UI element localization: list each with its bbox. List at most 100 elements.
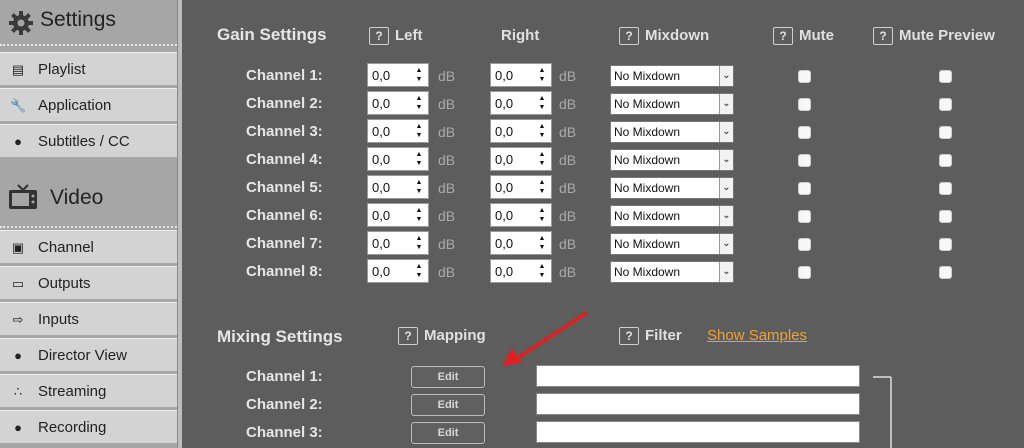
mute-checkbox[interactable] [798,210,811,223]
sidebar-item-streaming[interactable]: ∴ Streaming [0,374,177,408]
chevron-down-icon[interactable]: ⌄ [719,178,733,198]
mute-checkbox[interactable] [798,182,811,195]
right-unit-label: dB [559,152,577,168]
edit-mapping-button[interactable]: Edit [411,366,485,388]
mixdown-select[interactable]: No Mixdown ⌄ [610,205,734,227]
edit-mapping-button[interactable]: Edit [411,422,485,444]
mute-preview-checkbox[interactable] [939,154,952,167]
chevron-down-icon[interactable]: ⌄ [719,206,733,226]
sidebar-item-label: Recording [38,419,107,436]
mixdown-value: No Mixdown [614,97,681,111]
left-unit-label: dB [438,236,456,252]
mixdown-select[interactable]: No Mixdown ⌄ [610,233,734,255]
sidebar-item-inputs[interactable]: ⇨ Inputs [0,302,177,336]
chevron-down-icon[interactable]: ⌄ [719,262,733,282]
spinner-arrows-icon[interactable]: ▲ ▼ [538,122,546,140]
mute-checkbox[interactable] [798,70,811,83]
mute-preview-checkbox[interactable] [939,70,952,83]
right-gain-spinner[interactable]: 0,0 ▲ ▼ [490,203,552,227]
mixdown-select[interactable]: No Mixdown ⌄ [610,93,734,115]
spinner-arrows-icon[interactable]: ▲ ▼ [415,262,423,280]
channel-label: Channel 3: [246,123,323,140]
mute-preview-checkbox[interactable] [939,182,952,195]
spinner-arrows-icon[interactable]: ▲ ▼ [415,178,423,196]
chevron-down-icon[interactable]: ⌄ [719,66,733,86]
sidebar-item-playlist[interactable]: ▤ Playlist [0,52,177,86]
help-button[interactable]: ? [619,27,639,46]
mute-checkbox[interactable] [798,126,811,139]
sidebar-item-channel[interactable]: ▣ Channel [0,230,177,264]
spinner-arrows-icon[interactable]: ▲ ▼ [415,234,423,252]
chevron-down-icon[interactable]: ⌄ [719,94,733,114]
mute-preview-checkbox[interactable] [939,210,952,223]
channel-label: Channel 6: [246,207,323,224]
mixdown-select[interactable]: No Mixdown ⌄ [610,177,734,199]
col-left-label: Left [395,27,423,44]
spinner-arrows-icon[interactable]: ▲ ▼ [538,262,546,280]
mute-checkbox[interactable] [798,266,811,279]
right-gain-spinner[interactable]: 0,0 ▲ ▼ [490,231,552,255]
filter-input[interactable] [536,421,860,443]
mixdown-select[interactable]: No Mixdown ⌄ [610,261,734,283]
annotation-arrow-icon [502,311,588,366]
col-head-right: Right [501,27,539,44]
sidebar-item-outputs[interactable]: ▭ Outputs [0,266,177,300]
sidebar-item-label: Director View [38,347,127,364]
chevron-down-icon[interactable]: ⌄ [719,150,733,170]
mute-checkbox[interactable] [798,238,811,251]
left-gain-spinner[interactable]: 0,0 ▲ ▼ [367,259,429,283]
right-gain-spinner[interactable]: 0,0 ▲ ▼ [490,63,552,87]
spinner-arrows-icon[interactable]: ▲ ▼ [538,206,546,224]
spinner-arrows-icon[interactable]: ▲ ▼ [415,94,423,112]
left-gain-spinner[interactable]: 0,0 ▲ ▼ [367,119,429,143]
help-button[interactable]: ? [773,27,793,46]
right-unit-label: dB [559,68,577,84]
gain-row: Channel 2: 0,0 ▲ ▼ dB 0,0 ▲ ▼ dB No Mixdown ⌄ [183,90,1024,118]
right-gain-spinner[interactable]: 0,0 ▲ ▼ [490,175,552,199]
sidebar-item-label: Application [38,97,112,114]
sidebar-item-director-view[interactable]: ● Director View [0,338,177,372]
record-dot-icon: ● [14,420,22,435]
mute-preview-checkbox[interactable] [939,266,952,279]
sidebar-item-subtitles[interactable]: ● Subtitles / CC [0,124,177,158]
mute-preview-checkbox[interactable] [939,98,952,111]
channel-label: Channel 5: [246,179,323,196]
chevron-down-icon[interactable]: ⌄ [719,122,733,142]
edit-mapping-button[interactable]: Edit [411,394,485,416]
spinner-arrows-icon[interactable]: ▲ ▼ [538,94,546,112]
spinner-arrows-icon[interactable]: ▲ ▼ [415,66,423,84]
spinner-arrows-icon[interactable]: ▲ ▼ [538,234,546,252]
sidebar-item-recording[interactable]: ● Recording [0,410,177,444]
spinner-arrows-icon[interactable]: ▲ ▼ [538,150,546,168]
mute-checkbox[interactable] [798,98,811,111]
mute-preview-checkbox[interactable] [939,238,952,251]
right-gain-spinner[interactable]: 0,0 ▲ ▼ [490,259,552,283]
sidebar-item-application[interactable]: 🔧 Application [0,88,177,122]
left-gain-spinner[interactable]: 0,0 ▲ ▼ [367,203,429,227]
chevron-down-icon[interactable]: ⌄ [719,234,733,254]
left-gain-spinner[interactable]: 0,0 ▲ ▼ [367,147,429,171]
mute-preview-checkbox[interactable] [939,126,952,139]
mixdown-select[interactable]: No Mixdown ⌄ [610,121,734,143]
left-gain-spinner[interactable]: 0,0 ▲ ▼ [367,91,429,115]
show-samples-link[interactable]: Show Samples [707,327,807,344]
right-gain-spinner[interactable]: 0,0 ▲ ▼ [490,91,552,115]
left-gain-spinner[interactable]: 0,0 ▲ ▼ [367,63,429,87]
spinner-arrows-icon[interactable]: ▲ ▼ [415,122,423,140]
left-gain-spinner[interactable]: 0,0 ▲ ▼ [367,175,429,199]
filter-input[interactable] [536,393,860,415]
spinner-arrows-icon[interactable]: ▲ ▼ [538,66,546,84]
spinner-arrows-icon[interactable]: ▲ ▼ [415,206,423,224]
help-button[interactable]: ? [619,327,639,346]
right-gain-spinner[interactable]: 0,0 ▲ ▼ [490,119,552,143]
mute-checkbox[interactable] [798,154,811,167]
mixdown-select[interactable]: No Mixdown ⌄ [610,149,734,171]
help-button[interactable]: ? [398,327,418,346]
right-gain-spinner[interactable]: 0,0 ▲ ▼ [490,147,552,171]
mixdown-select[interactable]: No Mixdown ⌄ [610,65,734,87]
spinner-arrows-icon[interactable]: ▲ ▼ [538,178,546,196]
spinner-arrows-icon[interactable]: ▲ ▼ [415,150,423,168]
help-button[interactable]: ? [369,27,389,46]
left-gain-spinner[interactable]: 0,0 ▲ ▼ [367,231,429,255]
help-button[interactable]: ? [873,27,893,46]
